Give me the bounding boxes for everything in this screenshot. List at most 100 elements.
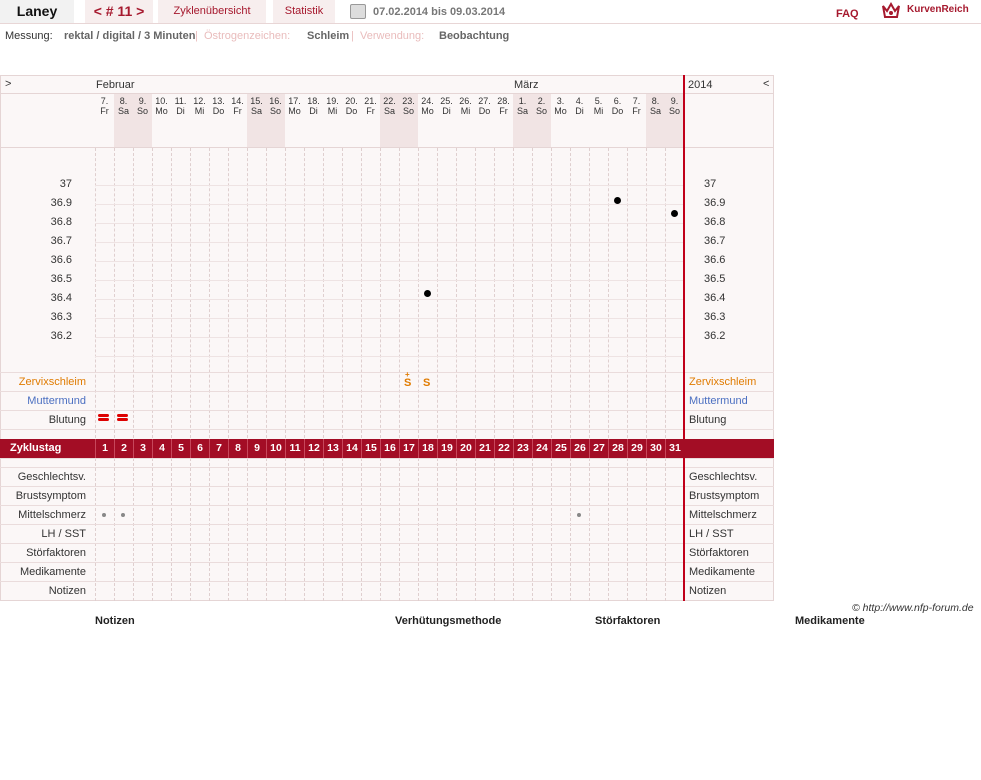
day-column-header[interactable]: 21. Fr <box>361 94 380 147</box>
day-weekday: Do <box>212 106 225 116</box>
day-column-header[interactable]: 12. Mi <box>190 94 209 147</box>
cycle-day-number[interactable]: 15 <box>361 439 380 458</box>
day-weekday: So <box>402 106 414 116</box>
cycle-day-number[interactable]: 26 <box>570 439 589 458</box>
day-column-header[interactable]: 23. So <box>399 94 418 147</box>
day-column-header[interactable]: 19. Mi <box>323 94 342 147</box>
day-column-header[interactable]: 5. Mi <box>589 94 608 147</box>
cycle-day-number[interactable]: 12 <box>304 439 323 458</box>
day-column-header[interactable]: 10. Mo <box>152 94 171 147</box>
day-column-header[interactable]: 18. Di <box>304 94 323 147</box>
temperature-point[interactable] <box>614 196 621 204</box>
logo-text[interactable]: KurvenReich <box>907 4 969 15</box>
day-column-header[interactable]: 9. So <box>665 94 684 147</box>
cycle-day-number[interactable]: 6 <box>190 439 209 458</box>
faq-link[interactable]: FAQ <box>836 8 859 20</box>
cycle-day-number[interactable]: 29 <box>627 439 646 458</box>
cycle-day-number[interactable]: 11 <box>285 439 304 458</box>
bleeding-mark[interactable] <box>117 414 128 423</box>
next-cycle-button[interactable]: < <box>763 78 769 90</box>
row-label-bleeding: Blutung <box>48 414 86 426</box>
temperature-point[interactable] <box>671 210 678 217</box>
day-column-header[interactable]: 8. Sa <box>646 94 665 147</box>
cycle-day-number[interactable]: 16 <box>380 439 399 458</box>
cycle-day-number[interactable]: 7 <box>209 439 228 458</box>
grid-column-line <box>152 148 153 438</box>
midpain-mark[interactable] <box>121 513 125 517</box>
cycle-day-number[interactable]: 17 <box>399 439 418 458</box>
day-column-header[interactable]: 1. Sa <box>513 94 532 147</box>
cycle-day-label: Zyklustag <box>10 442 62 454</box>
cycle-day-number[interactable]: 19 <box>437 439 456 458</box>
day-column-header[interactable]: 24. Mo <box>418 94 437 147</box>
day-column-header[interactable]: 27. Do <box>475 94 494 147</box>
cycle-day-number[interactable]: 2 <box>114 439 133 458</box>
prev-cycle-button[interactable]: > <box>5 78 11 90</box>
cycle-day-number[interactable]: 1 <box>95 439 114 458</box>
day-column-header[interactable]: 7. Fr <box>627 94 646 147</box>
day-column-header[interactable]: 13. Do <box>209 94 228 147</box>
day-column-header[interactable]: 15. Sa <box>247 94 266 147</box>
bleeding-mark[interactable] <box>98 414 109 423</box>
cycle-day-number[interactable]: 13 <box>323 439 342 458</box>
day-date: 22. <box>383 96 396 106</box>
day-column-header[interactable]: 25. Di <box>437 94 456 147</box>
cycle-day-number[interactable]: 20 <box>456 439 475 458</box>
day-column-header[interactable]: 2. So <box>532 94 551 147</box>
cycle-day-number[interactable]: 22 <box>494 439 513 458</box>
day-date: 27. <box>478 96 491 106</box>
day-column-header[interactable]: 14. Fr <box>228 94 247 147</box>
cycle-day-number[interactable]: 10 <box>266 439 285 458</box>
cycle-day-number[interactable]: 25 <box>551 439 570 458</box>
tab-cycle-overview[interactable]: Zyklenübersicht <box>158 0 266 23</box>
midpain-mark[interactable] <box>102 513 106 517</box>
day-weekday: Mi <box>194 106 205 116</box>
cycle-day-number[interactable]: 8 <box>228 439 247 458</box>
day-column-header[interactable]: 3. Mo <box>551 94 570 147</box>
cycle-selector[interactable]: < # 11 > <box>85 0 153 23</box>
grid-column-line <box>608 148 609 438</box>
cycle-day-number[interactable]: 24 <box>532 439 551 458</box>
row-divider <box>0 410 774 411</box>
day-weekday: Sa <box>516 106 528 116</box>
mucus-mark[interactable]: S <box>423 377 430 389</box>
day-column-header[interactable]: 9. So <box>133 94 152 147</box>
day-column-header[interactable]: 6. Do <box>608 94 627 147</box>
day-column-header[interactable]: 28. Fr <box>494 94 513 147</box>
cycle-day-number[interactable]: 5 <box>171 439 190 458</box>
printer-icon[interactable] <box>350 4 366 19</box>
day-column-header[interactable]: 17. Mo <box>285 94 304 147</box>
day-column-header[interactable]: 16. So <box>266 94 285 147</box>
crown-logo-icon[interactable] <box>881 2 901 20</box>
day-column-header[interactable]: 22. Sa <box>380 94 399 147</box>
day-date: 7. <box>632 96 641 106</box>
tab-statistics[interactable]: Statistik <box>273 0 335 23</box>
day-column-header[interactable]: 20. Do <box>342 94 361 147</box>
day-column-header[interactable]: 8. Sa <box>114 94 133 147</box>
cycle-day-number[interactable]: 4 <box>152 439 171 458</box>
cycle-day-number[interactable]: 23 <box>513 439 532 458</box>
cycle-day-number[interactable]: 14 <box>342 439 361 458</box>
grid-column-line <box>437 148 438 438</box>
day-column-header[interactable]: 4. Di <box>570 94 589 147</box>
cycle-day-number[interactable]: 9 <box>247 439 266 458</box>
cycle-day-number[interactable]: 18 <box>418 439 437 458</box>
cycle-day-number[interactable]: 31 <box>665 439 684 458</box>
grid-column-line <box>475 148 476 438</box>
day-column-header[interactable]: 7. Fr <box>95 94 114 147</box>
cycle-day-number[interactable]: 3 <box>133 439 152 458</box>
temperature-tick: 36.2 <box>704 330 726 342</box>
cycle-day-number[interactable]: 28 <box>608 439 627 458</box>
temperature-point[interactable] <box>424 289 431 297</box>
sign-label: Östrogenzeichen: <box>204 30 291 42</box>
day-column-header[interactable]: 26. Mi <box>456 94 475 147</box>
row-label-cervical-mucus: Zervixschleim <box>689 376 757 388</box>
cycle-day-number[interactable]: 30 <box>646 439 665 458</box>
day-date: 21. <box>364 96 377 106</box>
grid-column-line <box>133 458 134 601</box>
midpain-mark[interactable] <box>577 513 581 517</box>
day-column-header[interactable]: 11. Di <box>171 94 190 147</box>
cycle-day-number[interactable]: 27 <box>589 439 608 458</box>
day-weekday: So <box>269 106 281 116</box>
cycle-day-number[interactable]: 21 <box>475 439 494 458</box>
